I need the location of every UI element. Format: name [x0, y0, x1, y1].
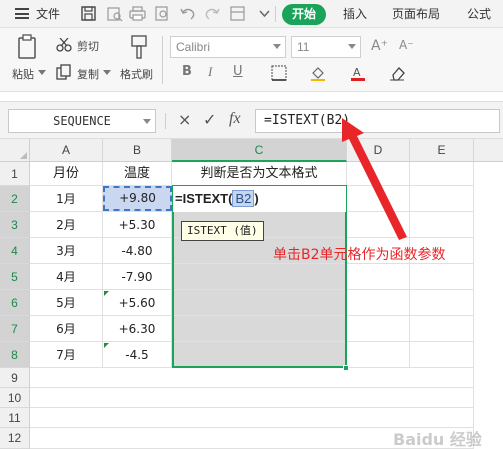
arrow-shape — [342, 118, 407, 240]
annotation-arrow — [342, 118, 407, 240]
